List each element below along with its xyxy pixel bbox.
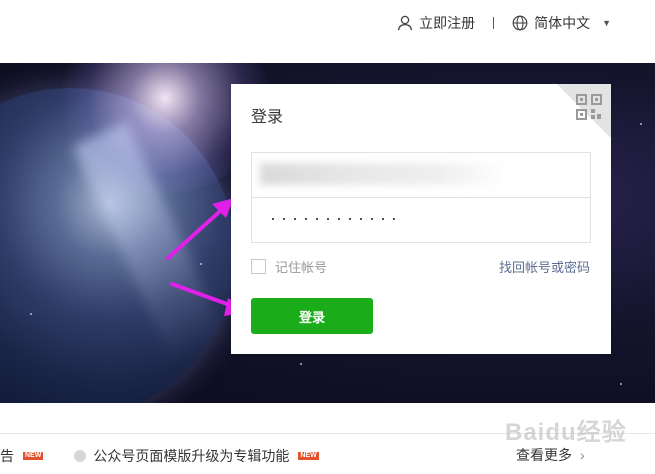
account-value-blurred — [260, 163, 510, 185]
register-link[interactable]: 立即注册 — [397, 13, 475, 33]
globe-icon — [512, 15, 528, 31]
password-value: ············ — [270, 208, 402, 228]
new-badge: NEW — [23, 452, 44, 460]
star — [30, 313, 32, 315]
arrow-to-fields — [166, 202, 230, 260]
watermark-logo: Baidu经验 — [505, 419, 627, 446]
remember-checkbox[interactable] — [251, 259, 266, 274]
star — [300, 363, 302, 365]
caret-down-icon: ▼ — [602, 18, 611, 28]
forgot-password-link[interactable]: 找回帐号或密码 — [499, 257, 590, 276]
login-title: 登录 — [251, 109, 284, 126]
notice-list: 告 NEW 公众号页面模版升级为专辑功能 NEW — [0, 445, 319, 467]
language-label: 简体中文 — [534, 15, 591, 31]
language-selector[interactable]: 简体中文 ▼ — [512, 13, 611, 33]
notice-item[interactable]: 公众号页面模版升级为专辑功能 — [93, 446, 289, 466]
header-actions: 立即注册 简体中文 ▼ — [397, 12, 611, 34]
qr-code-icon — [576, 94, 602, 120]
view-more-label: 查看更多 — [516, 447, 572, 463]
user-icon — [397, 15, 413, 31]
new-badge: NEW — [298, 452, 319, 460]
credentials-box: ············ — [251, 152, 591, 243]
password-field[interactable]: ············ — [252, 198, 590, 243]
chevron-right-icon: › — [580, 447, 585, 463]
star — [620, 383, 622, 385]
login-button[interactable]: 登录 — [251, 298, 373, 334]
view-more-link[interactable]: 查看更多 › — [516, 445, 585, 465]
notice-bullet-icon — [74, 450, 87, 462]
qr-login-toggle[interactable] — [557, 84, 611, 138]
remember-account[interactable]: 记住帐号 — [251, 257, 327, 276]
notice-item-truncated[interactable]: 告 — [0, 446, 14, 466]
login-panel: 登录 ············ 记住帐号 找回帐号或密码 登录 — [231, 84, 611, 354]
register-label: 立即注册 — [419, 15, 476, 31]
top-header: 立即注册 简体中文 ▼ — [0, 0, 655, 62]
header-divider — [493, 17, 495, 29]
star — [640, 123, 642, 125]
account-field[interactable] — [252, 153, 590, 198]
remember-label: 记住帐号 — [275, 260, 328, 275]
